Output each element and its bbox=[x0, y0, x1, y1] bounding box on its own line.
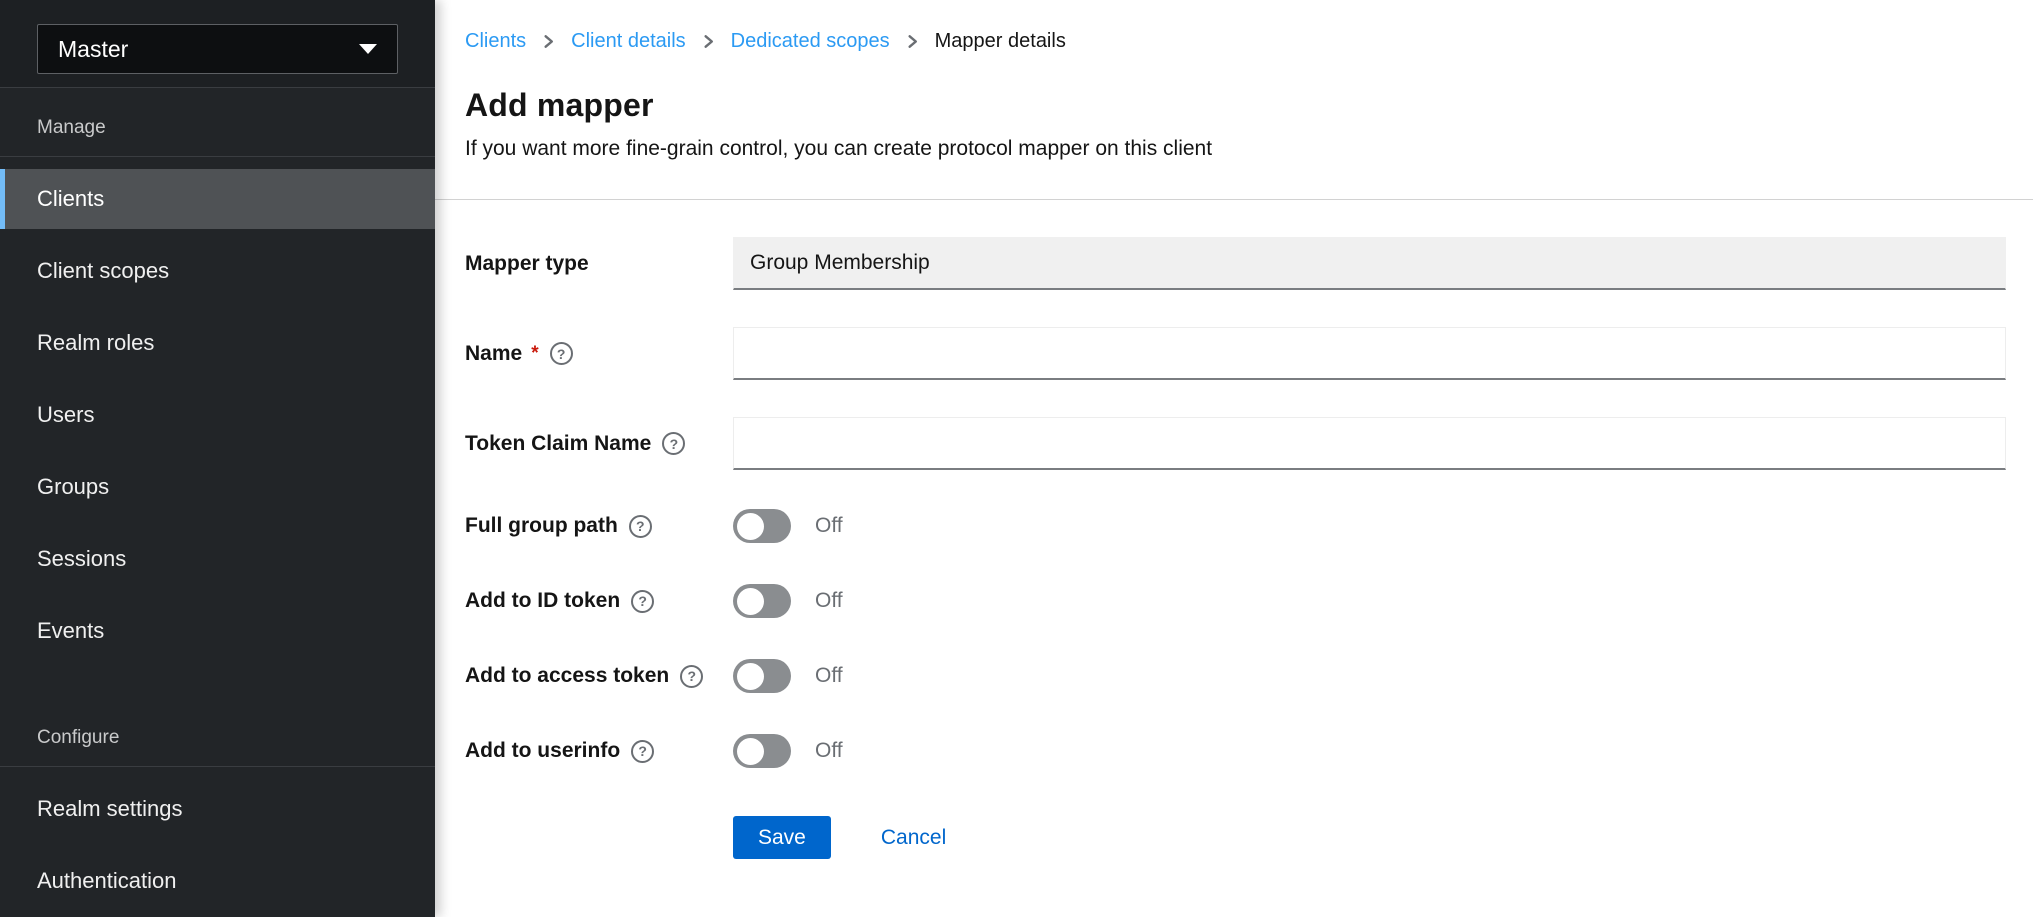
breadcrumb-separator-icon bbox=[700, 33, 717, 50]
full-group-path-toggle-cell: Off bbox=[733, 509, 2006, 543]
mapper-type-input[interactable] bbox=[733, 237, 2006, 290]
help-icon[interactable]: ? bbox=[631, 590, 654, 613]
add-to-access-token-state: Off bbox=[815, 664, 843, 688]
nav-section-title-configure: Configure bbox=[0, 710, 435, 767]
add-to-userinfo-toggle[interactable] bbox=[733, 734, 791, 768]
sidebar-link-users[interactable]: Users bbox=[0, 385, 435, 445]
help-icon[interactable]: ? bbox=[550, 342, 573, 365]
form-row-add-to-userinfo: Add to userinfo ? Off bbox=[465, 732, 2006, 770]
add-to-userinfo-label-cell: Add to userinfo ? bbox=[465, 739, 733, 763]
sidebar-item-realm-roles: Realm roles bbox=[0, 307, 435, 379]
sidebar-item-authentication: Authentication bbox=[0, 845, 435, 917]
add-to-userinfo-label: Add to userinfo bbox=[465, 739, 620, 763]
mapper-type-label-cell: Mapper type bbox=[465, 252, 733, 276]
sidebar-link-authentication[interactable]: Authentication bbox=[0, 851, 435, 911]
add-mapper-form: Mapper type Name * ? Token Claim Name ? bbox=[435, 200, 2033, 878]
help-icon[interactable]: ? bbox=[662, 432, 685, 455]
sidebar-link-sessions[interactable]: Sessions bbox=[0, 529, 435, 589]
sidebar-link-clients[interactable]: Clients bbox=[0, 169, 435, 229]
main-content: Clients Client details Dedicated scopes … bbox=[435, 0, 2033, 917]
realm-selector: Master bbox=[0, 0, 435, 88]
add-to-userinfo-toggle-cell: Off bbox=[733, 734, 2006, 768]
nav-list-configure: Realm settings Authentication bbox=[0, 767, 435, 917]
form-actions: Save Cancel bbox=[733, 816, 2006, 878]
sidebar-link-events[interactable]: Events bbox=[0, 601, 435, 661]
add-to-access-token-label-cell: Add to access token ? bbox=[465, 664, 733, 688]
nav-section-manage: Manage Clients Client scopes Realm roles… bbox=[0, 100, 435, 667]
page-header: Clients Client details Dedicated scopes … bbox=[435, 0, 2033, 200]
form-row-add-to-access-token: Add to access token ? Off bbox=[465, 657, 2006, 695]
sidebar-item-sessions: Sessions bbox=[0, 523, 435, 595]
nav-section-configure: Configure Realm settings Authentication bbox=[0, 710, 435, 917]
realm-selector-label: Master bbox=[58, 36, 128, 63]
form-row-token-claim-name: Token Claim Name ? bbox=[465, 417, 2006, 470]
toggle-knob bbox=[737, 663, 764, 690]
token-claim-name-label-cell: Token Claim Name ? bbox=[465, 432, 733, 456]
add-to-id-token-toggle[interactable] bbox=[733, 584, 791, 618]
form-row-mapper-type: Mapper type bbox=[465, 237, 2006, 290]
token-claim-name-input[interactable] bbox=[733, 417, 2006, 470]
name-label: Name bbox=[465, 342, 522, 366]
sidebar-item-events: Events bbox=[0, 595, 435, 667]
breadcrumb-separator-icon bbox=[540, 33, 557, 50]
breadcrumb-link-clients[interactable]: Clients bbox=[465, 28, 526, 54]
breadcrumb-current: Mapper details bbox=[935, 28, 1066, 54]
sidebar-link-groups[interactable]: Groups bbox=[0, 457, 435, 517]
breadcrumb-link-client-details[interactable]: Client details bbox=[571, 28, 686, 54]
add-to-id-token-toggle-cell: Off bbox=[733, 584, 2006, 618]
token-claim-name-label: Token Claim Name bbox=[465, 432, 651, 456]
name-input[interactable] bbox=[733, 327, 2006, 380]
add-to-id-token-state: Off bbox=[815, 589, 843, 613]
page-subtitle: If you want more fine-grain control, you… bbox=[465, 137, 2006, 161]
form-row-add-to-id-token: Add to ID token ? Off bbox=[465, 582, 2006, 620]
help-icon[interactable]: ? bbox=[631, 740, 654, 763]
realm-selector-toggle[interactable]: Master bbox=[37, 24, 398, 74]
mapper-type-label: Mapper type bbox=[465, 252, 589, 276]
breadcrumb-separator-icon bbox=[904, 33, 921, 50]
add-to-access-token-toggle[interactable] bbox=[733, 659, 791, 693]
help-icon[interactable]: ? bbox=[680, 665, 703, 688]
sidebar-item-clients: Clients bbox=[0, 163, 435, 235]
save-button[interactable]: Save bbox=[733, 816, 831, 859]
sidebar-link-client-scopes[interactable]: Client scopes bbox=[0, 241, 435, 301]
add-to-userinfo-state: Off bbox=[815, 739, 843, 763]
full-group-path-label-cell: Full group path ? bbox=[465, 514, 733, 538]
cancel-button[interactable]: Cancel bbox=[881, 826, 946, 850]
app-root: Master Manage Clients Client scopes Real… bbox=[0, 0, 2033, 917]
nav-section-title-manage: Manage bbox=[0, 100, 435, 157]
breadcrumb: Clients Client details Dedicated scopes … bbox=[465, 28, 2006, 54]
chevron-down-icon bbox=[359, 44, 377, 54]
add-to-access-token-toggle-cell: Off bbox=[733, 659, 2006, 693]
form-row-full-group-path: Full group path ? Off bbox=[465, 507, 2006, 545]
add-to-access-token-label: Add to access token bbox=[465, 664, 669, 688]
sidebar-nav: Manage Clients Client scopes Realm roles… bbox=[0, 88, 435, 917]
sidebar-item-groups: Groups bbox=[0, 451, 435, 523]
toggle-knob bbox=[737, 513, 764, 540]
sidebar-link-realm-roles[interactable]: Realm roles bbox=[0, 313, 435, 373]
sidebar-link-realm-settings[interactable]: Realm settings bbox=[0, 779, 435, 839]
nav-list-manage: Clients Client scopes Realm roles Users … bbox=[0, 157, 435, 667]
form-row-name: Name * ? bbox=[465, 327, 2006, 380]
sidebar-item-client-scopes: Client scopes bbox=[0, 235, 435, 307]
sidebar-item-users: Users bbox=[0, 379, 435, 451]
toggle-knob bbox=[737, 738, 764, 765]
help-icon[interactable]: ? bbox=[629, 515, 652, 538]
full-group-path-label: Full group path bbox=[465, 514, 618, 538]
add-to-id-token-label-cell: Add to ID token ? bbox=[465, 589, 733, 613]
name-label-cell: Name * ? bbox=[465, 342, 733, 366]
sidebar-item-realm-settings: Realm settings bbox=[0, 773, 435, 845]
add-to-id-token-label: Add to ID token bbox=[465, 589, 620, 613]
breadcrumb-link-dedicated-scopes[interactable]: Dedicated scopes bbox=[731, 28, 890, 54]
sidebar: Master Manage Clients Client scopes Real… bbox=[0, 0, 435, 917]
full-group-path-state: Off bbox=[815, 514, 843, 538]
full-group-path-toggle[interactable] bbox=[733, 509, 791, 543]
required-indicator: * bbox=[531, 344, 538, 364]
toggle-knob bbox=[737, 588, 764, 615]
page-title: Add mapper bbox=[465, 87, 2006, 124]
